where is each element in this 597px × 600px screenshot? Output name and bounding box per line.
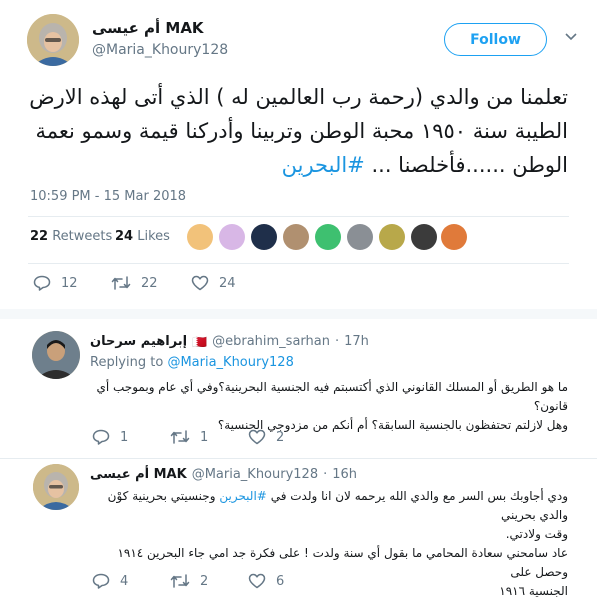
retweet-action[interactable]: 2 xyxy=(170,573,208,589)
reply-time[interactable]: 17h xyxy=(344,334,369,349)
tweet-timestamp[interactable]: 10:59 PM - 15 Mar 2018 xyxy=(30,189,186,204)
heart-icon xyxy=(248,429,266,445)
divider xyxy=(0,309,597,319)
reply-text-segment: ودي أجاوبك بس السر مع والدي الله يرحمه ل… xyxy=(270,489,568,503)
tweet-text-line: تعلمنا من والدي (رحمة رب العالمين له ) ا… xyxy=(29,85,568,109)
reply-handle[interactable]: @Maria_Khoury128 xyxy=(192,467,318,482)
replying-to: Replying to @Maria_Khoury128 xyxy=(90,355,294,370)
liker-avatar[interactable] xyxy=(187,224,213,250)
reply-text-line: وهل لازلتم تحتفظون بالجنسية السابقة؟ أم … xyxy=(217,418,568,432)
retweet-icon xyxy=(111,275,131,291)
reply-count: 12 xyxy=(61,275,78,291)
reply-text: ما هو الطريق أو المسلك القانوني الذي أكت… xyxy=(90,378,568,435)
liker-avatar[interactable] xyxy=(315,224,341,250)
reply-icon xyxy=(33,275,51,291)
retweets-label: Retweets xyxy=(52,229,113,244)
reply-text-line: عاد سامحني سعادة المحامي ما بقول أي سنة … xyxy=(117,546,568,579)
retweets-stat[interactable]: 22 Retweets xyxy=(30,229,112,244)
replying-to-label: Replying to xyxy=(90,355,164,370)
reply-action[interactable]: 4 xyxy=(92,573,128,589)
liker-avatar[interactable] xyxy=(347,224,373,250)
reply-text-line: وقت ولادتي. xyxy=(505,527,568,541)
like-count: 6 xyxy=(276,573,285,589)
author-display-name[interactable]: أم عيسى MAK xyxy=(92,19,204,37)
separator-dot: · xyxy=(323,467,328,482)
likes-label: Likes xyxy=(137,229,170,244)
reply-action[interactable]: 1 xyxy=(92,429,128,445)
likes-stat[interactable]: 24 Likes xyxy=(115,229,170,244)
like-action[interactable]: 24 xyxy=(191,275,236,291)
tweet-text: تعلمنا من والدي (رحمة رب العالمين له ) ا… xyxy=(28,80,568,182)
like-action[interactable]: 6 xyxy=(248,573,284,589)
retweet-action[interactable]: 1 xyxy=(170,429,208,445)
retweet-count: 2 xyxy=(200,573,209,589)
replying-to-handle[interactable]: @Maria_Khoury128 xyxy=(167,355,293,370)
author-avatar[interactable] xyxy=(27,14,79,66)
reply-display-name[interactable]: أم عيسى MAK xyxy=(90,467,187,482)
hashtag-link[interactable]: #البحرين xyxy=(219,489,267,503)
reply-action[interactable]: 12 xyxy=(33,275,78,291)
reply-count: 4 xyxy=(120,573,129,589)
chevron-down-icon[interactable] xyxy=(565,33,577,41)
heart-icon xyxy=(248,573,266,589)
divider xyxy=(0,458,597,459)
reply-avatar[interactable] xyxy=(32,331,80,379)
like-count: 2 xyxy=(276,429,285,445)
retweet-action[interactable]: 22 xyxy=(111,275,158,291)
follow-button[interactable]: Follow xyxy=(444,23,547,56)
liker-avatar[interactable] xyxy=(411,224,437,250)
retweets-count: 22 xyxy=(30,229,49,244)
tweet-text-line: الطيبة سنة ١٩٥٠ محبة الوطن وتربينا وأدرك… xyxy=(35,119,568,143)
retweet-icon xyxy=(170,429,190,445)
likes-count: 24 xyxy=(115,229,134,244)
like-count: 24 xyxy=(219,275,236,291)
liker-avatar[interactable] xyxy=(251,224,277,250)
reply-time[interactable]: 16h xyxy=(332,467,357,482)
reply-header: إبراهيم سرحان 🇧🇭 @ebrahim_sarhan · 17h xyxy=(90,334,369,349)
bahrain-flag-icon: 🇧🇭 xyxy=(192,334,208,349)
likers-avatars xyxy=(187,224,467,252)
heart-icon xyxy=(191,275,209,291)
reply-text-line: ما هو الطريق أو المسلك القانوني الذي أكت… xyxy=(96,380,568,413)
reply-display-name[interactable]: إبراهيم سرحان xyxy=(90,334,187,349)
author-handle[interactable]: @Maria_Khoury128 xyxy=(92,42,228,58)
divider xyxy=(28,216,569,217)
liker-avatar[interactable] xyxy=(441,224,467,250)
retweet-icon xyxy=(170,573,190,589)
tweet-text-line-3: الوطن ......فأخلصنا ... #البحرين xyxy=(28,148,568,182)
reply-text: ودي أجاوبك بس السر مع والدي الله يرحمه ل… xyxy=(90,487,568,600)
hashtag-link[interactable]: #البحرين xyxy=(282,153,365,177)
reply-handle[interactable]: @ebrahim_sarhan xyxy=(212,334,330,349)
reply-icon xyxy=(92,429,110,445)
reply-count: 1 xyxy=(120,429,129,445)
separator-dot: · xyxy=(334,334,340,349)
retweet-count: 1 xyxy=(200,429,209,445)
liker-avatar[interactable] xyxy=(219,224,245,250)
tweet-text-line: الوطن ......فأخلصنا ... xyxy=(371,153,568,177)
liker-avatar[interactable] xyxy=(283,224,309,250)
reply-text-line: الجنسية ١٩١٦ xyxy=(499,584,568,598)
like-action[interactable]: 2 xyxy=(248,429,284,445)
reply-icon xyxy=(92,573,110,589)
retweet-count: 22 xyxy=(141,275,158,291)
divider xyxy=(28,263,569,264)
reply-header: أم عيسى MAK @Maria_Khoury128 · 16h xyxy=(90,467,357,482)
reply-text-line-1: ودي أجاوبك بس السر مع والدي الله يرحمه ل… xyxy=(90,487,568,525)
liker-avatar[interactable] xyxy=(379,224,405,250)
reply-avatar[interactable] xyxy=(33,464,79,510)
